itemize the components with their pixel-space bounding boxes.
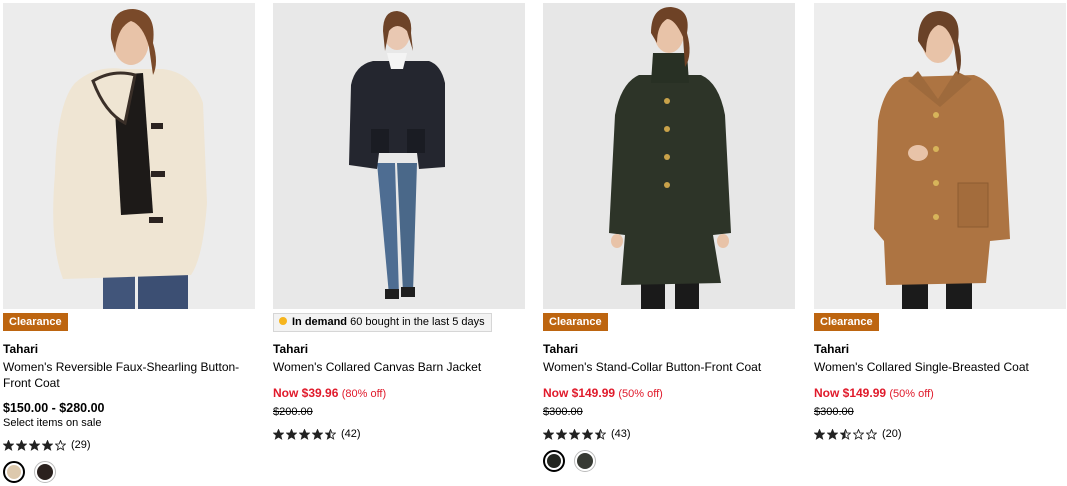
sale-price-now: Now $39.96 xyxy=(273,386,339,400)
badge-row: Clearance xyxy=(814,312,1066,332)
swatch-fill xyxy=(547,454,561,468)
badge-row: Clearance xyxy=(543,312,795,332)
star-empty-icon xyxy=(853,428,864,440)
color-swatch[interactable] xyxy=(34,461,56,483)
review-count: (29) xyxy=(71,439,91,451)
badge-row: In demand 60 bought in the last 5 days xyxy=(273,312,525,332)
star-half-icon xyxy=(840,428,851,440)
sale-price-now: Now $149.99 xyxy=(543,386,616,400)
product-card[interactable]: Clearance Tahari Women's Collared Single… xyxy=(814,3,1066,440)
review-count: (20) xyxy=(882,428,902,440)
sale-price: Now $149.99 (50% off) xyxy=(814,386,1066,400)
in-demand-label: In demand xyxy=(292,316,348,328)
original-price: $200.00 xyxy=(273,406,313,418)
product-name[interactable]: Women's Collared Single-Breasted Coat xyxy=(814,359,1066,375)
sale-percent: (80% off) xyxy=(341,388,387,400)
star-full-icon xyxy=(29,439,40,451)
color-swatches xyxy=(3,461,255,483)
star-full-icon xyxy=(273,428,284,440)
original-price: $300.00 xyxy=(543,406,583,418)
product-image[interactable] xyxy=(814,3,1066,309)
star-half-icon xyxy=(325,428,336,440)
product-brand[interactable]: Tahari xyxy=(3,342,255,357)
star-full-icon xyxy=(312,428,323,440)
sale-price-now: Now $149.99 xyxy=(814,386,887,400)
sale-percent: (50% off) xyxy=(618,388,663,400)
sale-price: Now $149.99 (50% off) xyxy=(543,386,795,400)
star-full-icon xyxy=(3,439,14,451)
star-full-icon xyxy=(582,428,593,440)
star-rating xyxy=(3,439,66,451)
product-card[interactable]: Clearance Tahari Women's Stand-Collar Bu… xyxy=(543,3,795,472)
product-name[interactable]: Women's Collared Canvas Barn Jacket xyxy=(273,359,525,375)
review-count: (43) xyxy=(611,428,631,440)
product-grid: Clearance Tahari Women's Reversible Faux… xyxy=(0,0,1067,486)
star-full-icon xyxy=(16,439,27,451)
clearance-badge: Clearance xyxy=(814,313,879,331)
star-full-icon xyxy=(299,428,310,440)
color-swatches xyxy=(543,450,795,472)
star-full-icon xyxy=(543,428,554,440)
star-half-icon xyxy=(595,428,606,440)
rating[interactable]: (20) xyxy=(814,428,1066,440)
in-demand-badge: In demand 60 bought in the last 5 days xyxy=(273,313,492,332)
product-name[interactable]: Women's Reversible Faux-Shearling Button… xyxy=(3,359,255,391)
clearance-badge: Clearance xyxy=(3,313,68,331)
product-image[interactable] xyxy=(543,3,795,309)
star-rating xyxy=(273,428,336,440)
color-swatch[interactable] xyxy=(543,450,565,472)
sale-price: Now $39.96 (80% off) xyxy=(273,386,525,400)
star-full-icon xyxy=(556,428,567,440)
demand-dot-icon xyxy=(279,317,287,325)
in-demand-detail: 60 bought in the last 5 days xyxy=(350,316,485,328)
star-full-icon xyxy=(814,428,825,440)
star-empty-icon xyxy=(866,428,877,440)
star-full-icon xyxy=(827,428,838,440)
product-brand[interactable]: Tahari xyxy=(814,342,1066,357)
product-image[interactable] xyxy=(273,3,525,309)
rating[interactable]: (42) xyxy=(273,428,525,440)
star-rating xyxy=(814,428,877,440)
price-range: $150.00 - $280.00 xyxy=(3,401,105,415)
product-image[interactable] xyxy=(3,3,255,309)
star-full-icon xyxy=(286,428,297,440)
star-full-icon xyxy=(569,428,580,440)
sale-note: Select items on sale xyxy=(3,417,102,429)
product-card[interactable]: Clearance Tahari Women's Reversible Faux… xyxy=(3,3,255,483)
star-rating xyxy=(543,428,606,440)
badge-row: Clearance xyxy=(3,312,255,332)
product-card[interactable]: In demand 60 bought in the last 5 days T… xyxy=(273,3,525,440)
swatch-fill xyxy=(37,464,53,480)
star-empty-icon xyxy=(55,439,66,451)
swatch-fill xyxy=(577,453,593,469)
product-name[interactable]: Women's Stand-Collar Button-Front Coat xyxy=(543,359,795,375)
product-brand[interactable]: Tahari xyxy=(543,342,795,357)
original-price: $300.00 xyxy=(814,406,854,418)
rating[interactable]: (43) xyxy=(543,428,795,440)
color-swatch[interactable] xyxy=(574,450,596,472)
clearance-badge: Clearance xyxy=(543,313,608,331)
product-brand[interactable]: Tahari xyxy=(273,342,525,357)
review-count: (42) xyxy=(341,428,361,440)
sale-percent: (50% off) xyxy=(889,388,934,400)
star-full-icon xyxy=(42,439,53,451)
rating[interactable]: (29) xyxy=(3,439,255,451)
color-swatch[interactable] xyxy=(3,461,25,483)
swatch-fill xyxy=(7,465,21,479)
